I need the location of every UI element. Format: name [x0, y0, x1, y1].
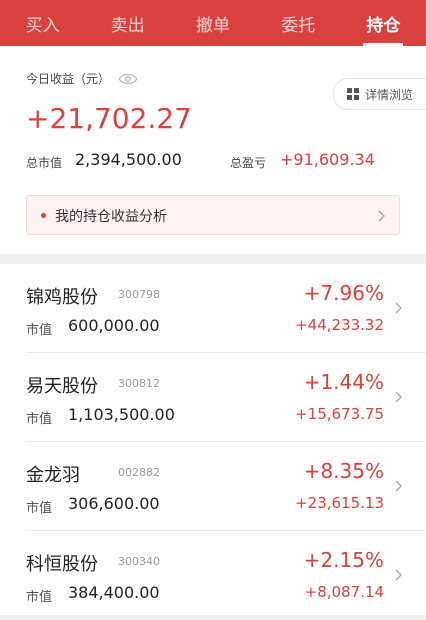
change-percent: +1.44%: [303, 370, 384, 394]
today-profit-label: 今日收益（元）: [26, 72, 111, 86]
holding-row[interactable]: 科恒股份 300340 市值 384,400.00 +2.15% +8,087.…: [0, 531, 426, 620]
market-value-label: 市值: [26, 501, 53, 516]
stock-code: 300340: [118, 555, 160, 568]
profit-loss: +23,615.13: [295, 494, 384, 512]
chevron-right-icon: [395, 480, 402, 492]
tab-cancel[interactable]: 撤单: [170, 0, 255, 46]
stock-name: 金龙羽: [26, 465, 80, 486]
profit-analysis-label: 我的持仓收益分析: [55, 209, 167, 225]
tab-sell[interactable]: 卖出: [85, 0, 170, 46]
chevron-right-icon: [395, 391, 402, 403]
market-value: 306,600.00: [68, 494, 160, 513]
detail-view-label: 详情浏览: [364, 87, 413, 102]
tab-orders[interactable]: 委托: [256, 0, 341, 46]
summary-panel: 今日收益（元） 详情浏览 +21,702.27 总市值 2,394,500.00…: [0, 46, 426, 254]
stock-name: 科恒股份: [26, 554, 98, 575]
change-percent: +8.35%: [303, 459, 384, 483]
change-percent: +2.15%: [303, 548, 384, 572]
grid-icon: [346, 88, 359, 100]
eye-icon[interactable]: [118, 73, 138, 85]
stock-name: 易天股份: [26, 376, 98, 397]
chevron-right-icon: [395, 569, 402, 581]
market-value-label: 市值: [26, 590, 53, 605]
total-pl-value: +91,609.34: [280, 150, 375, 169]
total-pl-label: 总盈亏: [230, 156, 267, 170]
tab-buy[interactable]: 买入: [0, 0, 85, 46]
profit-loss: +8,087.14: [304, 583, 384, 601]
holding-row[interactable]: 金龙羽 002882 市值 306,600.00 +8.35% +23,615.…: [0, 442, 426, 531]
total-market-value-label: 总市值: [26, 156, 63, 170]
holdings-list: 锦鸡股份 300798 市值 600,000.00 +7.96% +44,233…: [0, 264, 426, 615]
holding-row[interactable]: 锦鸡股份 300798 市值 600,000.00 +7.96% +44,233…: [0, 264, 426, 353]
detail-view-button[interactable]: 详情浏览: [333, 78, 426, 110]
stock-code: 300798: [118, 288, 160, 301]
chevron-right-icon: [395, 302, 402, 314]
stock-code: 300812: [118, 377, 160, 390]
profit-loss: +44,233.32: [295, 316, 384, 334]
tab-positions[interactable]: 持仓: [341, 0, 426, 46]
dot-icon: [41, 213, 46, 218]
market-value: 600,000.00: [68, 316, 160, 335]
holding-row[interactable]: 易天股份 300812 市值 1,103,500.00 +1.44% +15,6…: [0, 353, 426, 442]
today-profit-value: +21,702.27: [26, 102, 192, 135]
profit-loss: +15,673.75: [295, 405, 384, 423]
market-value-label: 市值: [26, 323, 53, 338]
chevron-right-icon: [378, 210, 385, 222]
market-value: 384,400.00: [68, 583, 160, 602]
stock-code: 002882: [118, 466, 160, 479]
market-value: 1,103,500.00: [68, 405, 175, 424]
market-value-label: 市值: [26, 412, 53, 427]
tab-bar: 买入 卖出 撤单 委托 持仓: [0, 0, 426, 46]
change-percent: +7.96%: [303, 281, 384, 305]
total-market-value: 2,394,500.00: [75, 150, 182, 169]
today-profit-label-row: 今日收益（元）: [26, 70, 138, 87]
profit-analysis-link[interactable]: 我的持仓收益分析: [26, 195, 400, 235]
stock-name: 锦鸡股份: [26, 287, 98, 308]
